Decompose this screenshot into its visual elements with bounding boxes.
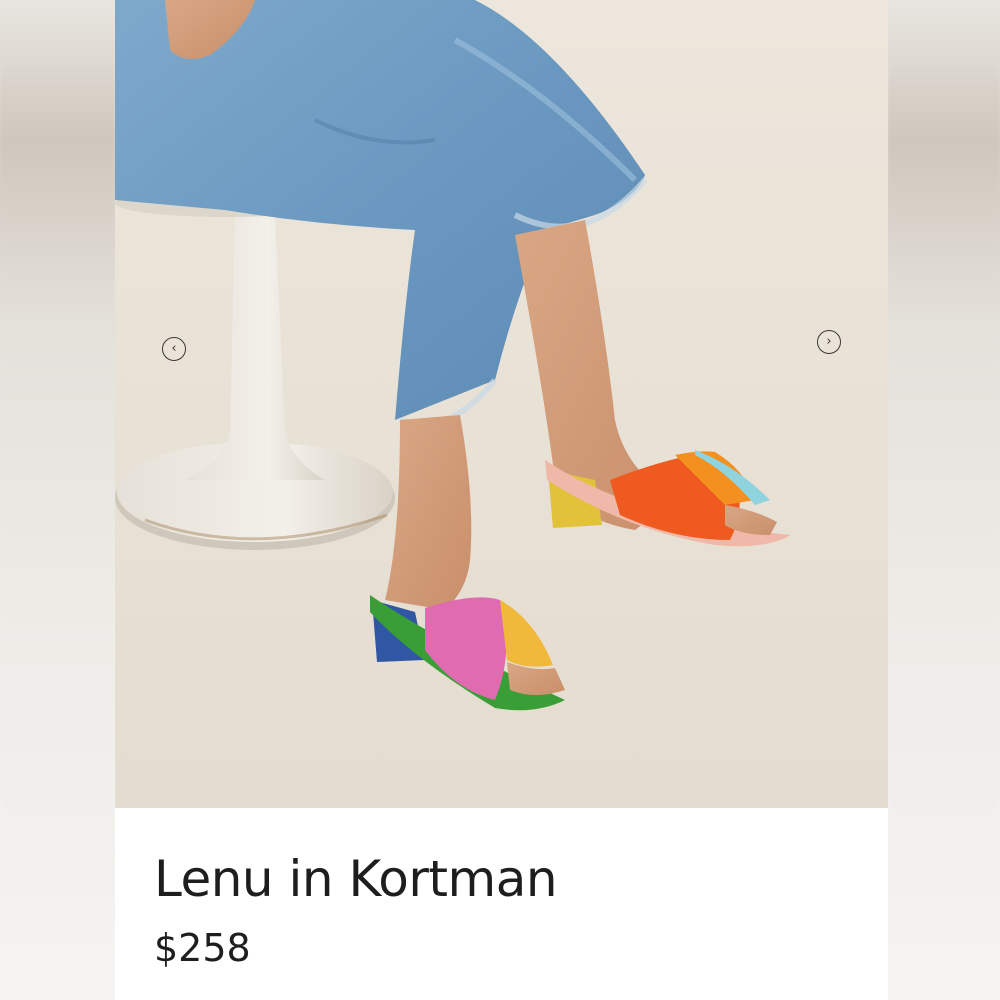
product-title: Lenu in Kortman: [154, 850, 558, 908]
product-card: ‹ › Lenu in Kortman $258: [115, 0, 888, 1000]
blurred-backdrop-right: [888, 0, 1000, 1000]
product-photo-illustration: [115, 0, 888, 808]
product-image[interactable]: ‹ ›: [115, 0, 888, 808]
product-info: Lenu in Kortman $258: [115, 808, 888, 1000]
blurred-backdrop-left: [0, 0, 115, 1000]
carousel-next-button[interactable]: ›: [817, 330, 841, 354]
page: ‹ › Lenu in Kortman $258: [0, 0, 1000, 1000]
chevron-right-icon: ›: [826, 334, 832, 349]
carousel-prev-button[interactable]: ‹: [162, 337, 186, 361]
chevron-left-icon: ‹: [171, 341, 177, 356]
product-price: $258: [154, 926, 251, 970]
